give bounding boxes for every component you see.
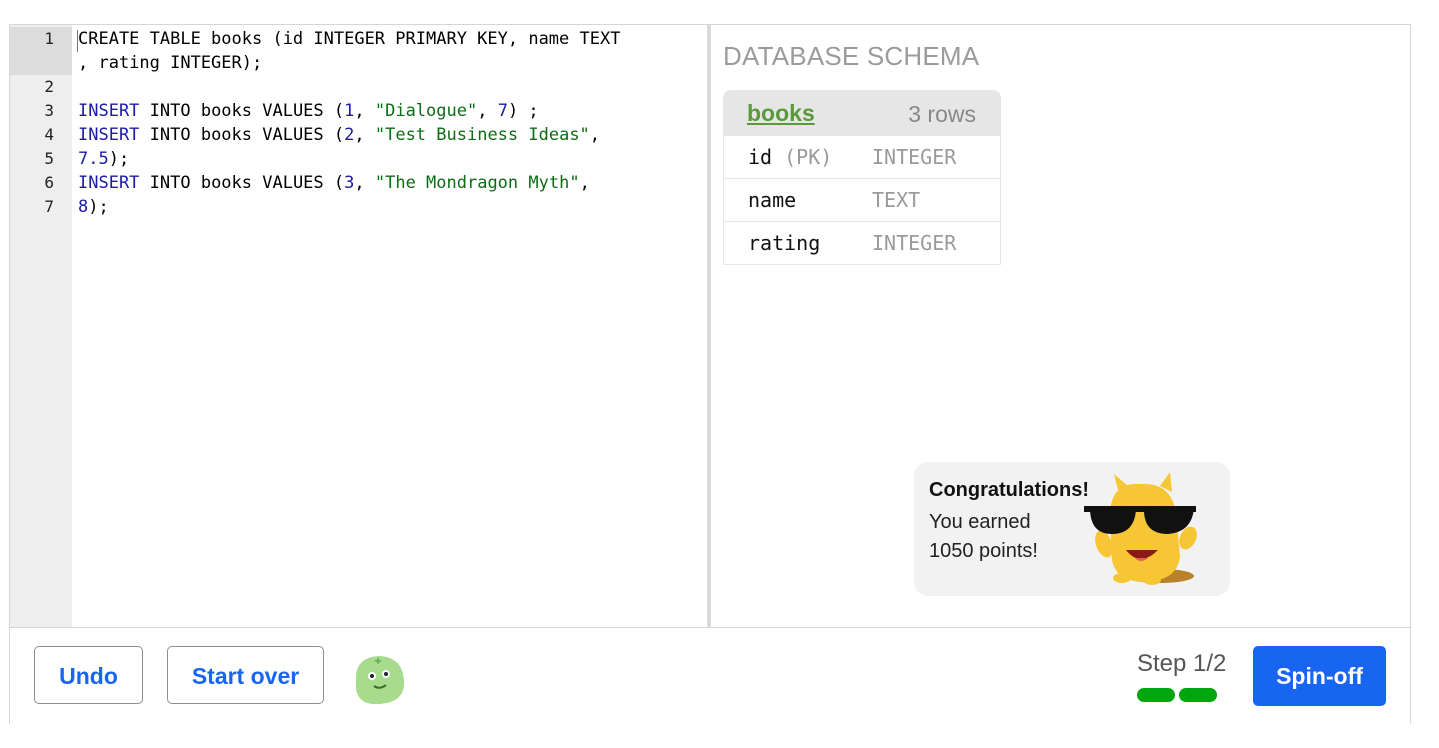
code-line: , rating INTEGER); <box>78 51 620 75</box>
line-number: 3 <box>44 101 54 120</box>
sunglasses-monster-icon <box>1084 472 1197 585</box>
code-token: ) ; <box>507 101 539 121</box>
code-token: INTO books VALUES ( <box>139 125 345 145</box>
column-name: rating <box>748 231 821 255</box>
code-token: INTO books VALUES ( <box>139 101 345 121</box>
code-editor[interactable]: 1 2 3 4 5 6 7 CREATE TABLE books (id INTEGER P… <box>10 25 707 627</box>
code-line: CREATE TABLE books (id INTEGER PRIMARY K… <box>78 27 620 51</box>
primary-key-marker: (PK) <box>784 145 833 169</box>
code-line: 7.5); <box>78 147 620 171</box>
code-token: CREATE TABLE books (id INTEGER PRIMARY K… <box>78 29 621 49</box>
code-token: INSERT <box>78 101 140 121</box>
code-token: INSERT <box>78 125 140 145</box>
code-token: "The Mondragon Myth" <box>374 173 580 193</box>
program-frame: 1 2 3 4 5 6 7 CREATE TABLE books (id INTEGER P… <box>9 24 1411 724</box>
table-card: books 3 rows id (PK) INTEGER name TEXT r… <box>723 90 1001 265</box>
column-row: rating INTEGER <box>723 222 1001 265</box>
step-progress-bar <box>1137 688 1217 702</box>
start-over-button[interactable]: Start over <box>167 646 324 704</box>
column-type: INTEGER <box>872 231 957 255</box>
code-line: 8); <box>78 195 620 219</box>
code-line: INSERT INTO books VALUES (2, "Test Busin… <box>78 123 620 147</box>
code-token: , <box>477 101 498 121</box>
line-number: 7 <box>44 197 54 216</box>
code-token: "Dialogue" <box>374 101 478 121</box>
column-name: name <box>748 188 797 212</box>
bottom-toolbar: Undo Start over Step 1/2 Spin-off <box>10 627 1410 724</box>
table-header: books 3 rows <box>723 90 1001 136</box>
line-number-gutter: 1 2 3 4 5 6 7 <box>10 25 72 627</box>
code-token: INTO books VALUES ( <box>139 173 345 193</box>
congratulations-title: Congratulations! <box>929 479 1089 501</box>
undo-button[interactable]: Undo <box>34 646 143 704</box>
code-token: , rating INTEGER); <box>78 53 263 73</box>
schema-panel: DATABASE SCHEMA books 3 rows id (PK) INT… <box>711 25 1410 627</box>
code-token: , <box>354 101 375 121</box>
congratulations-card: Congratulations! You earned 1050 points! <box>914 462 1230 596</box>
column-row: id (PK) INTEGER <box>723 136 1001 179</box>
schema-title: DATABASE SCHEMA <box>723 41 980 71</box>
spin-off-button[interactable]: Spin-off <box>1253 646 1386 706</box>
code-token: 1 <box>344 101 355 121</box>
step-indicator: Step 1/2 <box>1137 650 1227 677</box>
code-line: INSERT INTO books VALUES (1, "Dialogue",… <box>78 99 620 123</box>
code-token: , <box>354 125 375 145</box>
code-token: 8 <box>78 197 89 217</box>
code-token: 2 <box>344 125 355 145</box>
code-token: 7 <box>497 101 508 121</box>
code-token: ); <box>88 197 109 217</box>
column-name: id (PK) <box>748 145 833 169</box>
line-number: 1 <box>44 29 54 48</box>
code-text[interactable]: CREATE TABLE books (id INTEGER PRIMARY K… <box>78 27 620 219</box>
progress-segment <box>1137 688 1175 702</box>
green-blob-avatar-icon[interactable] <box>348 652 408 708</box>
code-token: , <box>579 173 590 193</box>
code-token: , <box>354 173 375 193</box>
code-token: INSERT <box>78 173 140 193</box>
table-name-link[interactable]: books <box>747 100 815 127</box>
column-type: INTEGER <box>872 145 957 169</box>
line-number: 2 <box>44 77 54 96</box>
progress-segment <box>1179 688 1217 702</box>
column-type: TEXT <box>872 188 921 212</box>
code-token: ); <box>108 149 130 169</box>
code-token: 3 <box>344 173 355 193</box>
code-token: "Test Business Ideas" <box>374 125 590 145</box>
line-number: 5 <box>44 149 54 168</box>
line-number: 4 <box>44 125 54 144</box>
code-token: , <box>589 125 601 145</box>
row-count: 3 rows <box>908 101 976 127</box>
points-message: You earned 1050 points! <box>929 511 1038 562</box>
column-row: name TEXT <box>723 179 1001 222</box>
line-number: 6 <box>44 173 54 192</box>
code-line: INSERT INTO books VALUES (3, "The Mondra… <box>78 171 620 195</box>
code-token: 7.5 <box>78 149 109 169</box>
